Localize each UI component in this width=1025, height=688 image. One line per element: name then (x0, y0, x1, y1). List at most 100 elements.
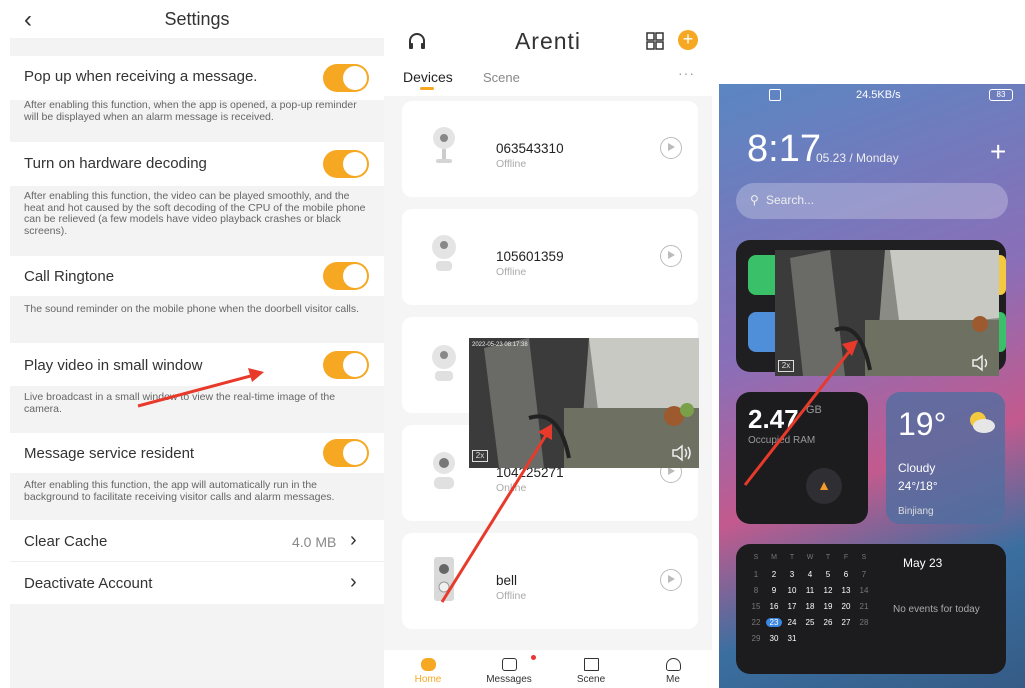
setting-row-hw-decoding: Turn on hardware decoding (10, 142, 384, 186)
calendar-day[interactable]: 8 (748, 586, 764, 595)
phone-home-screen: 24.5KB/s 83 8:17 05.23 / Monday + ⚲ Sear… (719, 84, 1025, 688)
calendar-weekday: S (753, 554, 759, 561)
calendar-weekday: S (861, 554, 867, 561)
calendar-day[interactable]: 10 (784, 586, 800, 595)
calendar-day[interactable]: 6 (838, 570, 854, 579)
tab-scene[interactable]: Scene (483, 70, 520, 85)
floating-video-window[interactable]: 2x (775, 250, 999, 376)
popup-toggle[interactable] (323, 64, 369, 92)
speaker-icon[interactable] (971, 354, 993, 372)
nav-messages[interactable]: Messages (479, 650, 539, 685)
calendar-widget[interactable]: S M T W T F S 1 2 3 4 5 6 7 8 9 10 11 12 13 14 15 16 17 18 19 20 21… (736, 544, 1006, 674)
more-options-icon[interactable]: ··· (678, 65, 695, 81)
calendar-weekday: M (771, 554, 777, 561)
calendar-day[interactable]: 11 (802, 586, 818, 595)
weather-widget[interactable]: 19° Cloudy 24°/18° Binjiang (886, 392, 1005, 524)
calendar-day[interactable]: 28 (856, 618, 872, 627)
calendar-day[interactable]: 12 (820, 586, 836, 595)
nav-me[interactable]: Me (643, 650, 703, 685)
calendar-day[interactable]: 9 (766, 586, 782, 595)
toggle-knob (343, 441, 367, 465)
search-bar[interactable]: ⚲ Search... (736, 183, 1008, 219)
cloudy-icon (970, 412, 995, 433)
service-resident-toggle[interactable] (323, 439, 369, 467)
floating-video-window[interactable]: 2022-05-23 08:17:38 2x (469, 338, 699, 468)
calendar-day[interactable]: 29 (748, 634, 764, 643)
playback-icon[interactable] (660, 137, 682, 159)
setting-row-popup: Pop up when receiving a message. (10, 56, 384, 100)
calendar-day[interactable]: 3 (784, 570, 800, 579)
calendar-day[interactable]: 19 (820, 602, 836, 611)
setting-row-ringtone: Call Ringtone (10, 256, 384, 296)
speaker-icon[interactable] (671, 444, 693, 462)
clear-cache-label: Clear Cache (24, 533, 108, 550)
calendar-weekday: T (789, 554, 795, 561)
calendar-day[interactable]: 31 (784, 634, 800, 643)
bottom-nav: Home Messages Scene Me (384, 650, 712, 688)
rocket-icon[interactable]: ▲ (806, 468, 842, 504)
calendar-weekday: W (806, 554, 814, 561)
device-card[interactable]: 105601359 Offline (402, 209, 698, 305)
zoom-badge[interactable]: 2x (472, 450, 488, 462)
calendar-day[interactable]: 26 (820, 618, 836, 627)
small-window-toggle[interactable] (323, 351, 369, 379)
devices-screen: Arenti + Devices Scene ··· 063543310 Off… (384, 18, 712, 688)
setting-label: Call Ringtone (24, 268, 115, 285)
calendar-day[interactable]: 27 (838, 618, 854, 627)
device-card[interactable]: bell Offline (402, 533, 698, 629)
calendar-day[interactable]: 4 (802, 570, 818, 579)
home-icon (420, 658, 436, 671)
calendar-day[interactable]: 1 (748, 570, 764, 579)
calendar-day[interactable]: 15 (748, 602, 764, 611)
toggle-knob (343, 353, 367, 377)
nav-scene[interactable]: Scene (561, 650, 621, 685)
calendar-day[interactable]: 17 (784, 602, 800, 611)
nav-home[interactable]: Home (398, 650, 458, 685)
calendar-day[interactable]: 22 (748, 618, 764, 627)
unread-dot (531, 655, 536, 660)
calendar-day[interactable]: 21 (856, 602, 872, 611)
ringtone-toggle[interactable] (323, 262, 369, 290)
camera-icon (432, 345, 456, 381)
nav-label: Messages (486, 674, 532, 685)
profile-icon (665, 658, 681, 671)
clear-cache-row[interactable]: Clear Cache 4.0 MB › (10, 520, 384, 562)
video-timestamp: 2022-05-23 08:17:38 (472, 342, 528, 348)
playback-icon[interactable] (660, 569, 682, 591)
add-widget-icon[interactable]: + (990, 136, 1006, 168)
tab-devices[interactable]: Devices (403, 69, 453, 85)
calendar-day[interactable]: 5 (820, 570, 836, 579)
calendar-day[interactable]: 16 (766, 602, 782, 611)
notification-icon (769, 89, 781, 101)
calendar-day[interactable]: 7 (856, 570, 872, 579)
hw-decoding-toggle[interactable] (323, 150, 369, 178)
battery-icon: 83 (989, 89, 1013, 101)
device-card[interactable]: 063543310 Offline (402, 101, 698, 197)
setting-description: The sound reminder on the mobile phone w… (24, 303, 360, 315)
active-tab-indicator (420, 87, 434, 90)
ram-value: 2.47 (748, 404, 799, 434)
nav-label: Scene (576, 674, 606, 685)
nav-label: Me (666, 674, 680, 685)
grid-view-icon[interactable] (646, 32, 664, 50)
device-status: Offline (496, 590, 527, 602)
device-status: Offline (496, 266, 527, 278)
zoom-badge[interactable]: 2x (778, 360, 794, 372)
add-device-icon[interactable]: + (678, 30, 698, 50)
calendar-day[interactable]: 30 (766, 634, 782, 643)
calendar-day[interactable]: 18 (802, 602, 818, 611)
calendar-day[interactable]: 13 (838, 586, 854, 595)
calendar-day[interactable]: 25 (802, 618, 818, 627)
deactivate-account-row[interactable]: Deactivate Account › (10, 562, 384, 604)
calendar-day[interactable]: 14 (856, 586, 872, 595)
calendar-day[interactable]: 20 (838, 602, 854, 611)
calendar-day[interactable]: 24 (784, 618, 800, 627)
calendar-day[interactable]: 23 (766, 618, 782, 627)
calendar-events: No events for today (893, 604, 980, 615)
calendar-day[interactable]: 2 (766, 570, 782, 579)
ram-widget[interactable]: 2.47 GB Occupied RAM ▲ (736, 392, 868, 524)
clock-time: 8:17 (747, 128, 821, 170)
playback-icon[interactable] (660, 245, 682, 267)
cache-size-value: 4.0 MB (292, 534, 337, 550)
app-header: Arenti + Devices Scene ··· (384, 18, 712, 96)
